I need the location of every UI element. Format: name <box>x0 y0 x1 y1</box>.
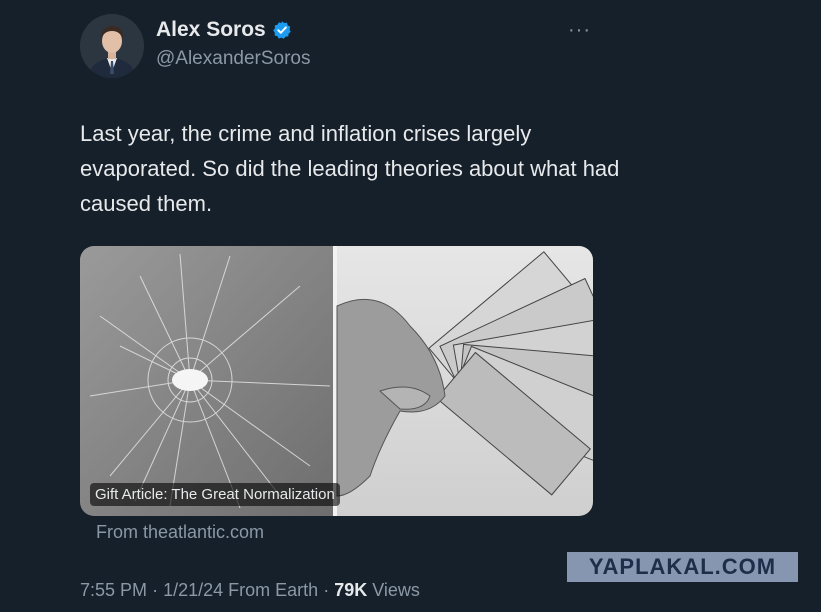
watermark: YAPLAKAL.COM <box>567 552 798 582</box>
separator: · <box>323 580 335 600</box>
author-display-name[interactable]: Alex Soros <box>156 18 266 42</box>
separator: · <box>152 580 164 600</box>
tweet-meta: 7:55 PM · 1/21/24 From Earth · 79K Views <box>80 580 420 601</box>
tweet-text: Last year, the crime and inflation crise… <box>80 121 620 216</box>
card-image <box>80 246 593 516</box>
tweet-time[interactable]: 7:55 PM <box>80 580 147 600</box>
author-name-row[interactable]: Alex Soros <box>156 18 292 42</box>
author-handle[interactable]: @AlexanderSoros <box>156 48 310 70</box>
tweet-date[interactable]: 1/21/24 <box>163 580 223 600</box>
more-options-icon[interactable]: ··· <box>568 20 591 40</box>
tweet-location: From Earth <box>228 580 319 600</box>
views-label: Views <box>372 580 420 600</box>
views-count: 79K <box>334 580 368 600</box>
avatar[interactable] <box>80 14 144 78</box>
verified-badge-icon <box>272 20 292 40</box>
link-card[interactable]: Gift Article: The Great Normalization <box>80 246 593 516</box>
tweet-screenshot: Alex Soros @AlexanderSoros ··· Last year… <box>0 0 821 612</box>
card-caption: Gift Article: The Great Normalization <box>90 483 340 506</box>
card-source[interactable]: From theatlantic.com <box>96 522 264 543</box>
